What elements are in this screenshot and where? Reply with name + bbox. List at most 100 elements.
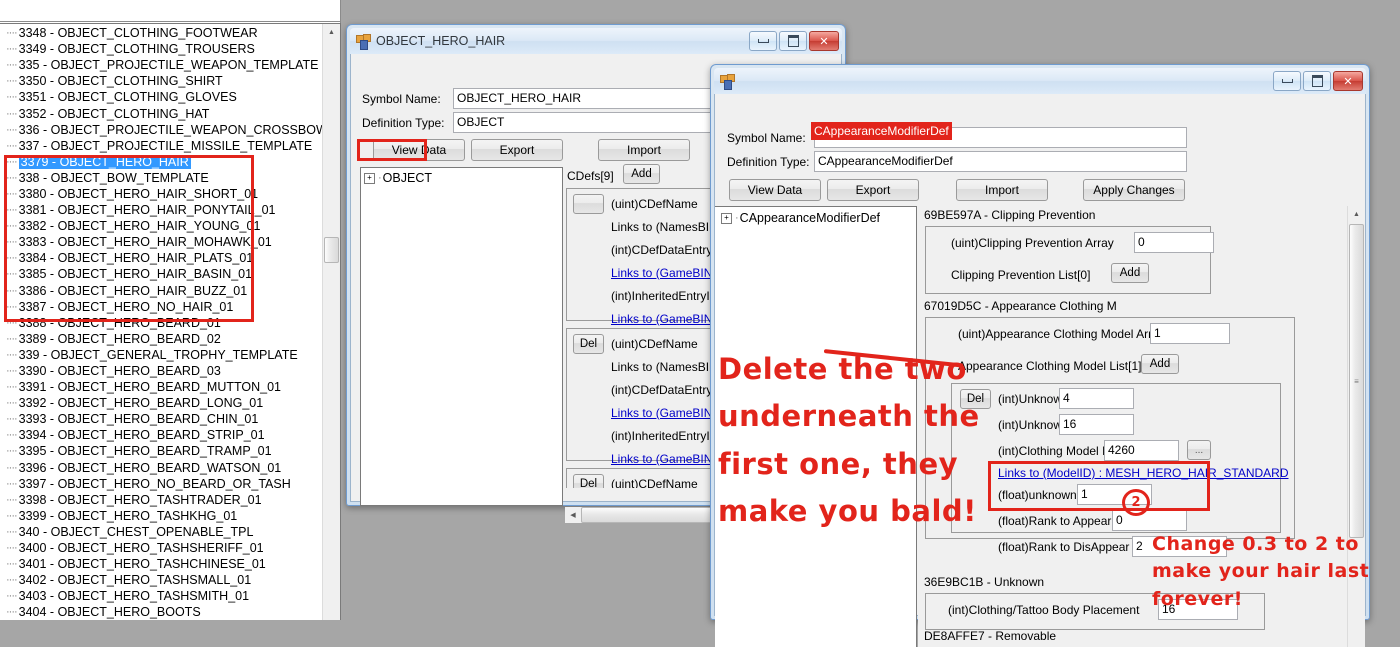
- maximize-button[interactable]: [779, 31, 807, 51]
- unknown-float-input[interactable]: 1: [1077, 484, 1152, 505]
- expand-plus-icon[interactable]: +: [364, 172, 375, 184]
- tree-item-3395[interactable]: ···· 3395 - OBJECT_HERO_BEARD_TRAMP_01: [0, 443, 322, 459]
- minimize-button[interactable]: [1273, 71, 1301, 91]
- tree-item-3385[interactable]: ···· 3385 - OBJECT_HERO_HAIR_BASIN_01: [0, 266, 322, 282]
- clothing-model-id-browse-button[interactable]: ...: [1187, 440, 1211, 460]
- tree-vertical-scrollbar[interactable]: ▲: [322, 24, 340, 620]
- import-button[interactable]: Import: [956, 179, 1048, 201]
- tree-item-3386[interactable]: ···· 3386 - OBJECT_HERO_HAIR_BUZZ_01: [0, 283, 322, 299]
- maximize-button[interactable]: [1303, 71, 1331, 91]
- rank-to-appear-input[interactable]: 0: [1112, 510, 1187, 531]
- clipping-prevention-array-input[interactable]: 0: [1134, 232, 1214, 253]
- tree-scroll-thumb[interactable]: [324, 237, 339, 263]
- view-data-button[interactable]: View Data: [729, 179, 821, 201]
- clothing-model-id-input[interactable]: 4260: [1104, 440, 1179, 461]
- import-button[interactable]: Import: [598, 139, 690, 161]
- clothing-tattoo-body-placement-input[interactable]: 16: [1158, 599, 1238, 620]
- symbol-name-label: Symbol Name:: [727, 131, 806, 145]
- cdef-del-button[interactable]: Del: [573, 474, 604, 488]
- tree-item-3349[interactable]: ···· 3349 - OBJECT_CLOTHING_TROUSERS: [0, 41, 322, 57]
- tree-item-3401[interactable]: ···· 3401 - OBJECT_HERO_TASHCHINESE_01: [0, 556, 322, 572]
- tree-item-3380[interactable]: ···· 3380 - OBJECT_HERO_HAIR_SHORT_01: [0, 186, 322, 202]
- tree-item-3398[interactable]: ···· 3398 - OBJECT_HERO_TASHTRADER_01: [0, 492, 322, 508]
- view-data-button[interactable]: View Data: [373, 139, 465, 161]
- tree-item-3384[interactable]: ···· 3384 - OBJECT_HERO_HAIR_PLATS_01: [0, 250, 322, 266]
- tree-item-3389[interactable]: ···· 3389 - OBJECT_HERO_BEARD_02: [0, 331, 322, 347]
- tree-item-338[interactable]: ···· 338 - OBJECT_BOW_TEMPLATE: [0, 170, 322, 186]
- tree-item-label: 3394 - OBJECT_HERO_BEARD_STRIP_01: [18, 428, 265, 443]
- minimize-button[interactable]: [749, 31, 777, 51]
- tree-item-3392[interactable]: ···· 3392 - OBJECT_HERO_BEARD_LONG_01: [0, 395, 322, 411]
- tree-item-337[interactable]: ···· 337 - OBJECT_PROJECTILE_MISSILE_TEMP…: [0, 138, 322, 154]
- export-button[interactable]: Export: [471, 139, 563, 161]
- export-button[interactable]: Export: [827, 179, 919, 201]
- tree-item-3387[interactable]: ···· 3387 - OBJECT_HERO_NO_HAIR_01: [0, 299, 322, 315]
- tree-item-3402[interactable]: ···· 3402 - OBJECT_HERO_TASHSMALL_01: [0, 572, 322, 588]
- tree-item-3352[interactable]: ···· 3352 - OBJECT_CLOTHING_HAT: [0, 105, 322, 121]
- tree-item-3396[interactable]: ···· 3396 - OBJECT_HERO_BEARD_WATSON_01: [0, 460, 322, 476]
- tree-item-3404[interactable]: ···· 3404 - OBJECT_HERO_BOOTS: [0, 604, 322, 619]
- appearance-clothing-model-array-input[interactable]: 1: [1150, 323, 1230, 344]
- tree-connector-icon: ····: [6, 204, 18, 217]
- tree-item-3400[interactable]: ···· 3400 - OBJECT_HERO_TASHSHERIFF_01: [0, 540, 322, 556]
- tree-item-label: 3381 - OBJECT_HERO_HAIR_PONYTAIL_01: [18, 203, 276, 218]
- links-to-model-id-link[interactable]: Links to (ModelID) : MESH_HERO_HAIR_STAN…: [998, 466, 1289, 480]
- tree-item-3350[interactable]: ···· 3350 - OBJECT_CLOTHING_SHIRT: [0, 73, 322, 89]
- tree-node-appearance-modifier-def[interactable]: + · CAppearanceModifierDef: [715, 210, 916, 226]
- tree-item-label: 3397 - OBJECT_HERO_NO_BEARD_OR_TASH: [18, 476, 291, 491]
- object-hero-hair-titlebar[interactable]: OBJECT_HERO_HAIR ✕: [350, 28, 842, 54]
- clothing-model-del-button[interactable]: Del: [960, 389, 991, 409]
- tree-item-3394[interactable]: ···· 3394 - OBJECT_HERO_BEARD_STRIP_01: [0, 427, 322, 443]
- appearance-modifier-titlebar[interactable]: ✕: [714, 68, 1366, 94]
- tree-item-3397[interactable]: ···· 3397 - OBJECT_HERO_NO_BEARD_OR_TASH: [0, 476, 322, 492]
- cdefs-add-button[interactable]: Add: [623, 164, 660, 184]
- tree-item-335[interactable]: ···· 335 - OBJECT_PROJECTILE_WEAPON_TEMPL…: [0, 57, 322, 73]
- appearance-vertical-scrollbar[interactable]: ▲ ≡: [1347, 206, 1365, 647]
- hscroll-left-arrow[interactable]: ◀: [565, 511, 581, 519]
- tree-item-label: 3396 - OBJECT_HERO_BEARD_WATSON_01: [18, 460, 282, 475]
- close-button[interactable]: ✕: [809, 31, 839, 51]
- tree-item-3403[interactable]: ···· 3403 - OBJECT_HERO_TASHSMITH_01: [0, 588, 322, 604]
- appearance-definition-tree[interactable]: + · CAppearanceModifierDef: [715, 206, 917, 647]
- tree-item-339[interactable]: ···· 339 - OBJECT_GENERAL_TROPHY_TEMPLATE: [0, 347, 322, 363]
- appearance-modifier-window-buttons[interactable]: ✕: [1273, 71, 1363, 91]
- tree-item-label: 3402 - OBJECT_HERO_TASHSMALL_01: [18, 573, 252, 588]
- cdef-del-button[interactable]: Del: [573, 334, 604, 354]
- unknown-int-input-1[interactable]: 4: [1059, 388, 1134, 409]
- symbol-tree-panel[interactable]: ···· 3348 - OBJECT_CLOTHING_FOOTWEAR ···· 3…: [0, 23, 341, 620]
- tree-item-label: 337 - OBJECT_PROJECTILE_MISSILE_TEMPLATE: [18, 138, 313, 153]
- tree-item-3379[interactable]: ···· 3379 - OBJECT_HERO_HAIR: [0, 154, 322, 170]
- inherited-entry-id-label: (int)InheritedEntryID: [611, 429, 719, 443]
- tree-item-3390[interactable]: ···· 3390 - OBJECT_HERO_BEARD_03: [0, 363, 322, 379]
- application-icon: [720, 74, 735, 90]
- tree-item-3382[interactable]: ···· 3382 - OBJECT_HERO_HAIR_YOUNG_01: [0, 218, 322, 234]
- tree-item-3383[interactable]: ···· 3383 - OBJECT_HERO_HAIR_MOHAWK_01: [0, 234, 322, 250]
- tree-item-label: 3379 - OBJECT_HERO_HAIR: [18, 154, 191, 169]
- expand-plus-icon[interactable]: +: [721, 212, 732, 224]
- apply-changes-button[interactable]: Apply Changes: [1083, 179, 1185, 201]
- tree-item-3399[interactable]: ···· 3399 - OBJECT_HERO_TASHKHG_01: [0, 508, 322, 524]
- appearance-scroll-up-arrow[interactable]: ▲: [1348, 206, 1365, 223]
- tree-item-3381[interactable]: ···· 3381 - OBJECT_HERO_HAIR_PONYTAIL_01: [0, 202, 322, 218]
- tree-item-3391[interactable]: ···· 3391 - OBJECT_HERO_BEARD_MUTTON_01: [0, 379, 322, 395]
- tree-item-3351[interactable]: ···· 3351 - OBJECT_CLOTHING_GLOVES: [0, 89, 322, 105]
- appearance-clothing-model-list-label: Appearance Clothing Model List[1]: [958, 359, 1142, 373]
- tree-item-3393[interactable]: ···· 3393 - OBJECT_HERO_BEARD_CHIN_01: [0, 411, 322, 427]
- tree-item-340[interactable]: ···· 340 - OBJECT_CHEST_OPENABLE_TPL: [0, 524, 322, 540]
- symbol-tree-list[interactable]: ···· 3348 - OBJECT_CLOTHING_FOOTWEAR ···· 3…: [0, 25, 322, 619]
- tree-scroll-up-arrow[interactable]: ▲: [323, 24, 340, 41]
- appearance-scroll-thumb[interactable]: ≡: [1349, 224, 1364, 538]
- tree-node-object[interactable]: + · OBJECT: [361, 170, 562, 186]
- unknown-int-input-2[interactable]: 16: [1059, 414, 1134, 435]
- clipping-prevention-add-button[interactable]: Add: [1111, 263, 1149, 283]
- object-definition-tree[interactable]: + · OBJECT: [360, 167, 563, 506]
- cdef-del-button[interactable]: [573, 194, 604, 214]
- appearance-clothing-add-button[interactable]: Add: [1141, 354, 1179, 374]
- tree-item-3348[interactable]: ···· 3348 - OBJECT_CLOTHING_FOOTWEAR: [0, 25, 322, 41]
- rank-to-disappear-input[interactable]: 2: [1132, 536, 1227, 557]
- tree-item-3388[interactable]: ···· 3388 - OBJECT_HERO_BEARD_01: [0, 315, 322, 331]
- close-button[interactable]: ✕: [1333, 71, 1363, 91]
- tree-item-336[interactable]: ···· 336 - OBJECT_PROJECTILE_WEAPON_CROSS…: [0, 122, 322, 138]
- definition-type-input[interactable]: CAppearanceModifierDef: [814, 151, 1187, 172]
- object-hero-hair-window-buttons[interactable]: ✕: [749, 31, 839, 51]
